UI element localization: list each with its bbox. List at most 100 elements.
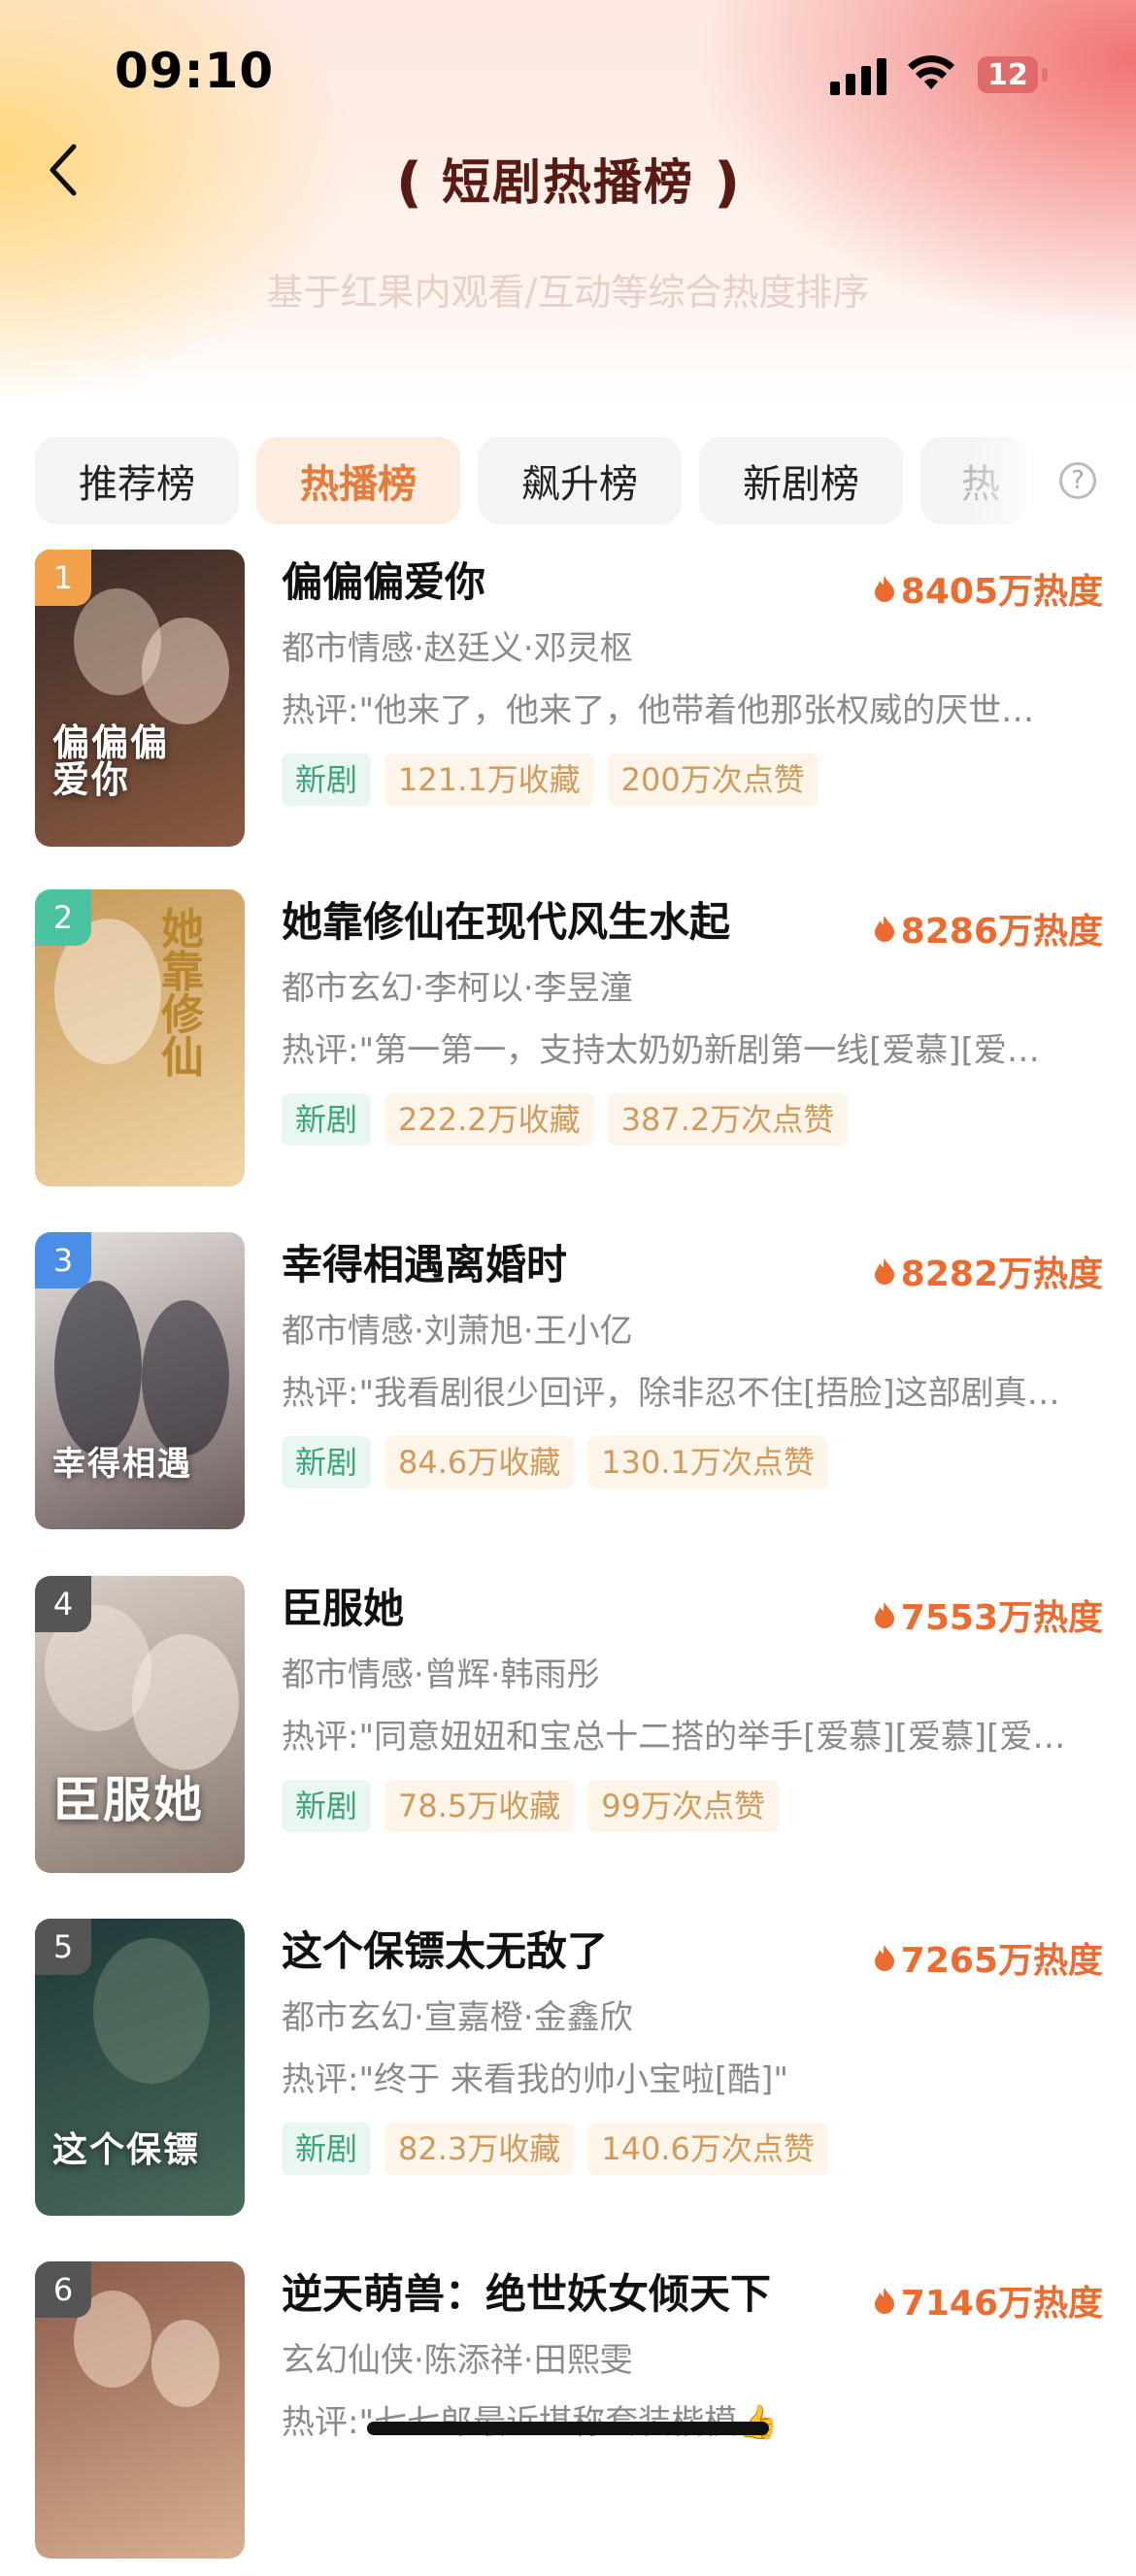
- list-item[interactable]: 6 逆天萌兽：绝世妖女倾天下 7146万热度 玄幻仙侠·陈添祥·田熙雯 热评:"…: [0, 2256, 1136, 2576]
- drama-meta: 都市情感·刘萧旭·王小亿: [282, 1312, 633, 1351]
- new-badge: 新剧: [282, 753, 372, 806]
- ranking-tabs: 推荐榜 热播榜 飙升榜 新剧榜 热: [35, 437, 1103, 526]
- item-info: 幸得相遇离婚时 8282万热度 都市情感·刘萧旭·王小亿 热评:"我看剧很少回评…: [282, 1236, 1103, 1489]
- tabs-fade: [971, 427, 1049, 534]
- new-badge: 新剧: [282, 1093, 372, 1146]
- flame-icon: [874, 576, 894, 602]
- list-item[interactable]: 臣服她 4 臣服她 7553万热度 都市情感·曾辉·韩雨彤 热评:"同意妞妞和宝…: [0, 1570, 1136, 1890]
- rank-badge: 4: [35, 1576, 91, 1632]
- drama-meta: 都市玄幻·李柯以·李昱潼: [282, 969, 633, 1008]
- drama-meta: 都市情感·曾辉·韩雨彤: [282, 1656, 600, 1694]
- likes-count: 387.2万次点赞: [607, 1093, 849, 1146]
- favorites-count: 121.1万收藏: [384, 753, 594, 806]
- home-indicator[interactable]: [367, 2422, 769, 2435]
- poster-image: 偏偏偏爱你 1: [35, 550, 245, 847]
- heat-value: 8405万热度: [900, 572, 1103, 612]
- page-title-wrap: ❪ 短剧热播榜 ❫: [0, 144, 1136, 215]
- rank-badge: 2: [35, 889, 91, 946]
- poster-title: 她靠修仙: [161, 905, 206, 1083]
- list-item[interactable]: 这个保镖 5 这个保镖太无敌了 7265万热度 都市玄幻·宣嘉橙·金鑫欣 热评:…: [0, 1913, 1136, 2233]
- heat-value: 8286万热度: [900, 912, 1103, 952]
- hot-review: 热评:"他来了，他来了，他带着他那张权威的厌世…: [282, 691, 1035, 730]
- tag-row: 新剧 121.1万收藏 200万次点赞: [282, 753, 1103, 806]
- item-info: 偏偏偏爱你 8405万热度 都市情感·赵廷义·邓灵枢 热评:"他来了，他来了，他…: [282, 553, 1103, 806]
- list-item[interactable]: 偏偏偏爱你 1 偏偏偏爱你 8405万热度 都市情感·赵廷义·邓灵枢 热评:"他…: [0, 544, 1136, 864]
- likes-count: 99万次点赞: [587, 1780, 780, 1832]
- item-info: 臣服她 7553万热度 都市情感·曾辉·韩雨彤 热评:"同意妞妞和宝总十二搭的举…: [282, 1580, 1103, 1832]
- status-bar: 09:10 12: [0, 0, 1136, 136]
- drama-meta: 玄幻仙侠·陈添祥·田熙雯: [282, 2341, 633, 2380]
- poster-figure: [54, 1281, 142, 1455]
- tag-row: 新剧 78.5万收藏 99万次点赞: [282, 1780, 1103, 1832]
- wifi-icon: [908, 55, 954, 89]
- hot-review: 热评:"我看剧很少回评，除非忍不住[捂脸]这部剧真…: [282, 1374, 1060, 1413]
- heat-score: 8282万热度: [874, 1246, 1103, 1296]
- poster-figure: [142, 618, 229, 724]
- poster-figure: [132, 1634, 239, 1770]
- favorites-count: 78.5万收藏: [384, 1780, 575, 1832]
- tag-row: 新剧 222.2万收藏 387.2万次点赞: [282, 1093, 1103, 1146]
- favorites-count: 82.3万收藏: [384, 2123, 575, 2175]
- heat-score: 7265万热度: [874, 1932, 1103, 1983]
- heat-value: 8282万热度: [900, 1255, 1103, 1294]
- flame-icon: [874, 1945, 894, 1971]
- battery-cap: [1042, 68, 1048, 82]
- flame-icon: [874, 2288, 894, 2314]
- laurel-left-icon: ❪: [386, 151, 432, 215]
- poster-image: 这个保镖 5: [35, 1919, 245, 2216]
- drama-meta: 都市情感·赵廷义·邓灵枢: [282, 629, 633, 668]
- tab-hot[interactable]: 热播榜: [256, 437, 460, 524]
- favorites-count: 84.6万收藏: [384, 1436, 575, 1489]
- item-info: 她靠修仙在现代风生水起 8286万热度 都市玄幻·李柯以·李昱潼 热评:"第一第…: [282, 893, 1103, 1146]
- poster-image: 幸得相遇 3: [35, 1232, 245, 1529]
- heat-value: 7265万热度: [900, 1941, 1103, 1981]
- flame-icon: [874, 916, 894, 942]
- list-item[interactable]: 幸得相遇 3 幸得相遇离婚时 8282万热度 都市情感·刘萧旭·王小亿 热评:"…: [0, 1226, 1136, 1547]
- heat-score: 8405万热度: [874, 563, 1103, 614]
- rank-badge: 6: [35, 2261, 91, 2318]
- likes-count: 200万次点赞: [607, 753, 819, 806]
- drama-meta: 都市玄幻·宣嘉橙·金鑫欣: [282, 1998, 633, 2037]
- page-subtitle: 基于红果内观看/互动等综合热度排序: [266, 271, 870, 314]
- heat-value: 7553万热度: [900, 1598, 1103, 1638]
- hot-review: 热评:"第一第一，支持太奶奶新剧第一线[爱慕][爱…: [282, 1031, 1040, 1070]
- new-badge: 新剧: [282, 2123, 372, 2175]
- poster-title: 这个保镖: [52, 2129, 201, 2170]
- poster-title: 幸得相遇: [52, 1445, 192, 1484]
- poster-image: 她靠修仙 2: [35, 889, 245, 1187]
- battery-icon: 12: [978, 56, 1038, 93]
- rank-badge: 1: [35, 550, 91, 606]
- flame-icon: [874, 1602, 894, 1628]
- poster-title: 偏偏偏爱你: [52, 720, 170, 801]
- tab-new[interactable]: 新剧榜: [699, 437, 903, 524]
- poster-image: 6: [35, 2261, 245, 2559]
- heat-value: 7146万热度: [900, 2284, 1103, 2324]
- item-info: 这个保镖太无敌了 7265万热度 都市玄幻·宣嘉橙·金鑫欣 热评:"终于 来看我…: [282, 1923, 1103, 2175]
- new-badge: 新剧: [282, 1780, 372, 1832]
- page-title: 短剧热播榜: [442, 154, 694, 211]
- poster-figure: [93, 1938, 210, 2084]
- poster-image: 臣服她 4: [35, 1576, 245, 1873]
- help-icon[interactable]: ?: [1059, 462, 1096, 499]
- status-time: 09:10: [115, 43, 275, 99]
- laurel-right-icon: ❫: [704, 151, 750, 215]
- likes-count: 140.6万次点赞: [587, 2123, 828, 2175]
- rank-badge: 3: [35, 1232, 91, 1288]
- poster-title: 臣服她: [52, 1771, 204, 1828]
- new-badge: 新剧: [282, 1436, 372, 1489]
- poster-figure: [151, 2320, 219, 2407]
- tab-rising[interactable]: 飙升榜: [478, 437, 682, 524]
- item-info: 逆天萌兽：绝世妖女倾天下 7146万热度 玄幻仙侠·陈添祥·田熙雯 热评:"七七…: [282, 2265, 1103, 2444]
- favorites-count: 222.2万收藏: [384, 1093, 594, 1146]
- tab-recommended[interactable]: 推荐榜: [35, 437, 239, 524]
- list-item[interactable]: 她靠修仙 2 她靠修仙在现代风生水起 8286万热度 都市玄幻·李柯以·李昱潼 …: [0, 884, 1136, 1204]
- flame-icon: [874, 1258, 894, 1285]
- tag-row: 新剧 82.3万收藏 140.6万次点赞: [282, 2123, 1103, 2175]
- likes-count: 130.1万次点赞: [587, 1436, 828, 1489]
- tag-row: 新剧 84.6万收藏 130.1万次点赞: [282, 1436, 1103, 1489]
- heat-score: 8286万热度: [874, 903, 1103, 953]
- hot-review: 热评:"同意妞妞和宝总十二搭的举手[爱慕][爱慕][爱…: [282, 1718, 1066, 1756]
- cellular-signal-icon: [830, 56, 886, 95]
- rank-badge: 5: [35, 1919, 91, 1975]
- hot-review: 热评:"终于 来看我的帅小宝啦[酷]": [282, 2060, 789, 2099]
